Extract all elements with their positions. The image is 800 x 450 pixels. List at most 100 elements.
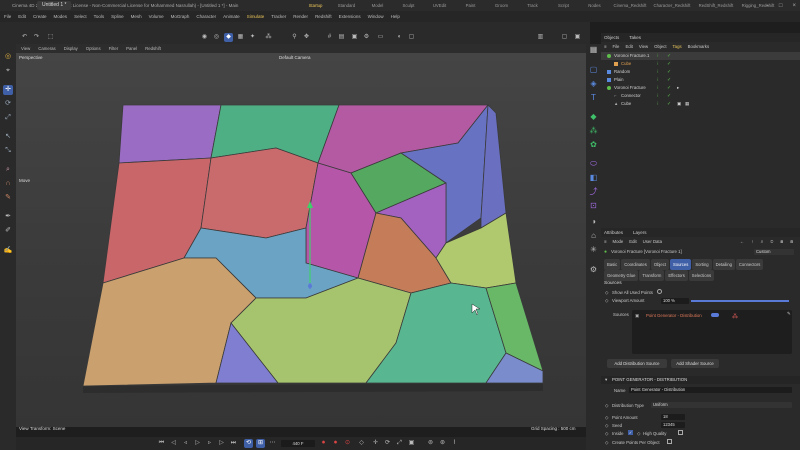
sources-list[interactable]: ▣ Point Generator - Distribution ⁂	[632, 310, 792, 354]
object-enabled-check-icon[interactable]: ✓	[667, 52, 671, 60]
menu-mesh[interactable]: Mesh	[131, 14, 142, 19]
viewport-amount-field[interactable]: 100 %	[661, 298, 689, 304]
environment-icon[interactable]: ◑	[588, 216, 599, 227]
object-enabled-check-icon[interactable]: ✓	[667, 76, 671, 84]
high-quality-checkbox[interactable]	[678, 430, 683, 435]
object-mode-icon[interactable]: ◎	[212, 33, 221, 42]
subtab-sorting[interactable]: Sorting	[692, 259, 712, 270]
position-key-icon[interactable]: ✛	[371, 439, 380, 448]
render-region-icon[interactable]: ▢	[407, 33, 416, 42]
menu-window[interactable]: Window	[368, 14, 384, 19]
magnet-icon[interactable]: ∩	[3, 179, 13, 189]
inside-checkbox[interactable]: ✓	[628, 430, 633, 435]
points-mode-icon[interactable]: ◆	[224, 33, 233, 42]
source-item-name[interactable]: Point Generator - Distribution	[646, 313, 702, 318]
spline-icon[interactable]: ◈	[588, 78, 599, 89]
source-enable-toggle[interactable]	[711, 313, 719, 317]
timeline-editor-icon[interactable]: ⌇	[450, 439, 459, 448]
move-tool-icon[interactable]: ✛	[3, 85, 13, 95]
mograph-icon[interactable]: ✿	[588, 139, 599, 150]
next-frame-icon[interactable]: ▹	[205, 439, 214, 448]
menu-simulate[interactable]: Simulate	[247, 14, 265, 19]
light-icon[interactable]: ✳	[588, 244, 599, 255]
sketch-icon[interactable]: ✍	[3, 246, 13, 256]
add-distribution-source-button[interactable]: Add Distribution Source	[607, 359, 667, 368]
edges-mode-icon[interactable]: ▦	[236, 33, 245, 42]
phong-tag-icon[interactable]: ▣	[677, 100, 681, 108]
uvw-tag-icon[interactable]: ▦	[685, 100, 689, 108]
model-mode-icon[interactable]: ◉	[200, 33, 209, 42]
goto-end-icon[interactable]: ⏭	[229, 439, 238, 448]
maximize-icon[interactable]: □	[779, 3, 783, 9]
interactive-render-icon[interactable]: ◐	[395, 33, 404, 42]
generator-icon[interactable]: ◆	[588, 111, 599, 122]
viewport-camera-label[interactable]: Default Camera	[279, 55, 311, 60]
object-row[interactable]: Voronoi Fracture ⁝ ✓ ▸	[601, 84, 800, 92]
cloner-icon[interactable]: ⁂	[588, 125, 599, 136]
object-enabled-check-icon[interactable]: ✓	[667, 60, 671, 68]
scale-key-icon[interactable]: ⤢	[395, 439, 404, 448]
redo-icon[interactable]: ↷	[32, 33, 41, 42]
live-selection-icon[interactable]: ◎	[3, 52, 13, 62]
object-row[interactable]: ▲ Cube ⁝ ✓ ▣ ▦	[601, 100, 800, 108]
preset-dropdown[interactable]: Custom	[754, 249, 794, 255]
pla-key-icon[interactable]: ⊚	[426, 439, 435, 448]
tab-attributes[interactable]: Attributes	[604, 230, 623, 235]
viewport[interactable]: Perspective Default Camera Move View Tra…	[16, 53, 586, 431]
brush-icon[interactable]: ✎	[3, 193, 13, 203]
polygons-mode-icon[interactable]: ✦	[248, 33, 257, 42]
keyframe-selection-icon[interactable]: ◇	[357, 439, 366, 448]
distribution-type-dropdown[interactable]: Uniform	[651, 402, 792, 408]
menu-redshift[interactable]: Redshift	[315, 14, 332, 19]
record-selected-icon[interactable]: ⏺	[331, 439, 340, 448]
menu-edit[interactable]: Edit	[18, 14, 26, 19]
seed-field[interactable]: 12345	[661, 422, 685, 428]
current-frame-field[interactable]: 440 F	[281, 440, 315, 447]
minimize-icon[interactable]: –	[766, 3, 769, 9]
primitive-cube-icon[interactable]: ▢	[588, 64, 599, 75]
subtab-sources[interactable]: Sources	[669, 259, 692, 270]
undo-icon[interactable]: ↶	[20, 33, 29, 42]
voronoi-fracture-mesh[interactable]	[16, 53, 586, 427]
prev-key-icon[interactable]: ◁	[169, 439, 178, 448]
viewport-menu-redshift[interactable]: Redshift	[145, 46, 161, 51]
subtab-detailing[interactable]: Detailing	[712, 259, 735, 270]
objects-menu-bookmarks[interactable]: Bookmarks	[688, 44, 710, 49]
viewport-amount-slider[interactable]	[691, 300, 789, 302]
autokey-icon[interactable]: ⊞	[256, 439, 265, 448]
viewport-layout-icon[interactable]: ▥	[536, 33, 545, 42]
subtab-object[interactable]: Object	[650, 259, 669, 270]
subtab-transform[interactable]: Transform	[639, 270, 665, 281]
viewport-menu-view[interactable]: View	[21, 46, 30, 51]
object-row[interactable]: Random ⁝ ✓	[601, 68, 800, 76]
grid-snap-icon[interactable]: ▤	[337, 33, 346, 42]
menu-file[interactable]: File	[4, 14, 11, 19]
menu-render[interactable]: Render	[293, 14, 308, 19]
object-enabled-check-icon[interactable]: ✓	[667, 92, 671, 100]
viewport-menu-filter[interactable]: Filter	[109, 46, 119, 51]
field-icon[interactable]: ◧	[588, 172, 599, 183]
object-visibility-icon[interactable]: ⁝	[657, 84, 659, 92]
point-amount-field[interactable]: 18	[661, 414, 685, 420]
menu-help[interactable]: Help	[391, 14, 400, 19]
objects-menu-icon[interactable]: ≡	[604, 44, 607, 49]
motion-icon[interactable]: ⊛	[438, 439, 447, 448]
tab-takes[interactable]: Takes	[629, 35, 641, 40]
attributes-menu-edit[interactable]: Edit	[629, 239, 636, 244]
object-row[interactable]: Cube ⁝ ✓	[601, 60, 800, 68]
next-key-icon[interactable]: ▷	[217, 439, 226, 448]
cube-primitive-icon[interactable]: ▦	[588, 44, 599, 55]
tab-layers[interactable]: Layers	[633, 230, 647, 235]
loop-icon[interactable]: ⟲	[244, 439, 253, 448]
rotate-tool-icon[interactable]: ⟳	[3, 99, 13, 109]
scale-tool-icon[interactable]: ⤢	[3, 113, 13, 123]
rotation-key-icon[interactable]: ⟳	[383, 439, 392, 448]
object-row[interactable]: Voronoi Fracture.1 ⁝ ✓	[601, 52, 800, 60]
autokey-record-icon[interactable]: ⊙	[343, 439, 352, 448]
transform-icon[interactable]: ⤡	[3, 146, 13, 156]
timeline-settings-icon[interactable]: ⋯	[268, 439, 277, 448]
subtab-geometry-glue[interactable]: Geometry Glue	[604, 270, 639, 281]
object-enabled-check-icon[interactable]: ✓	[667, 100, 671, 108]
subtab-effectors[interactable]: Effectors	[665, 270, 688, 281]
menu-character[interactable]: Character	[196, 14, 216, 19]
